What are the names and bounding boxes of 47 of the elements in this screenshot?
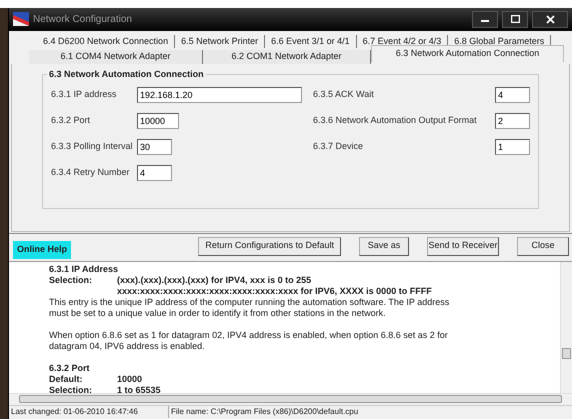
tab[interactable]: 6.4 D6200 Network Connection [37,34,176,48]
input-field[interactable]: 30 [137,138,172,155]
online-help-label: Online Help [13,241,72,259]
field-label: 6.3.4 Retry Number [51,166,131,180]
close-icon [546,14,554,24]
help-value: 10000 [117,374,142,385]
input-field[interactable]: 10000 [137,112,179,129]
help-value: 1 to 65535 [117,384,161,393]
vertical-scrollbar[interactable] [560,262,572,393]
maximize-icon [510,15,520,24]
button[interactable]: Save as [359,236,409,256]
maximize-button[interactable] [502,10,528,28]
tab[interactable]: 6.3 Network Automation Connection [371,44,564,62]
help-label: Selection: [49,274,94,287]
help-label: Selection: [49,384,94,393]
field-label: 6.3.3 Polling Interval [51,140,134,154]
button[interactable]: Return Configurations to Default [198,236,341,256]
help-heading: 6.3.1 IP Address [49,264,120,275]
field-label: 6.3.7 Device [313,140,364,154]
minimize-button[interactable] [472,10,498,28]
input-field[interactable]: 4 [495,86,530,103]
field-label: 6.3.2 Port [51,114,92,128]
tab[interactable]: 6.2 COM1 Network Adapter [203,50,371,64]
input-field[interactable]: 2 [495,112,530,129]
help-paragraph: This entry is the unique IP address of the computer running the automation software. The IP address must be set to a unique value in order to identify it from other stations in the network. [49,296,450,319]
help-value: xxxx:xxxx:xxxx:xxxx:xxxx:xxxx:xxxx:xxxx for IPV6, XXXX is 0000 to FFFF [117,286,432,297]
help-paragraph: When option 6.8.6 set as 1 for datagram 02, IPV4 address is enabled, when option 6.8.6 set as 2 for datagram 04, IPV6 address is enabled. [49,330,449,352]
help-value: (xxx).(xxx).(xxx).(xxx) for IPV4, xxx is 0 to 255 [117,274,312,286]
input-field[interactable]: 192.168.1.20 [137,86,302,103]
field-label: 6.3.6 Network Automation Output Format [313,114,478,128]
app-icon [13,12,29,26]
status-text: Last changed: 01-06-2010 16:47:46 [9,406,169,418]
input-field[interactable]: 4 [137,164,172,181]
help-heading: 6.3.2 Port [49,362,91,374]
horizontal-scrollbar[interactable] [9,392,572,405]
window-title: Network Configuration [33,12,132,27]
close-button[interactable] [532,10,568,28]
field-label: 6.3.1 IP address [51,88,118,102]
help-label: Default: [49,374,84,385]
button[interactable]: Close [517,236,569,256]
button[interactable]: Send to Receiver [427,236,499,256]
tab[interactable]: 6.6 Event 3/1 or 4/1 [265,34,357,48]
tab[interactable]: 6.5 Network Printer [175,34,266,48]
status-text: File name: C:\Program Files (x86)\D6200\default.cpu [170,406,360,418]
tab[interactable]: 6.1 COM4 Network Adapter [29,50,203,64]
input-field[interactable]: 1 [495,138,530,155]
field-label: 6.3.5 ACK Wait [313,88,375,102]
